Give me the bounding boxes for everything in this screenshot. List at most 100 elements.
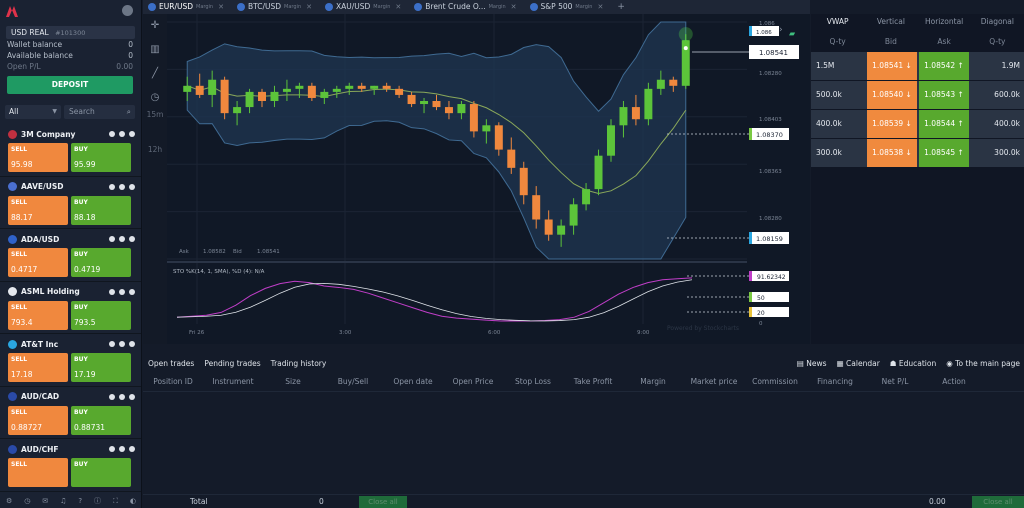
instrument-item[interactable]: AUD/CHF SELL BUY	[0, 439, 141, 492]
sell-button[interactable]: SELL 88.17	[8, 195, 68, 225]
chart-icon[interactable]	[119, 446, 125, 452]
crosshair-icon[interactable]: ✛	[143, 14, 167, 38]
news-link[interactable]: ▤ News	[797, 359, 827, 368]
chart-icon[interactable]	[119, 393, 125, 400]
depth-bid-button[interactable]: 1.08541 ↓	[867, 52, 917, 80]
instrument-item[interactable]: AT&T Inc SELL 17.18 BUY 17.19	[0, 334, 141, 387]
column-header[interactable]: Instrument	[203, 377, 263, 386]
settings-icon[interactable]: ⚙	[6, 497, 12, 505]
user-icon[interactable]	[122, 5, 133, 16]
instrument-item[interactable]: AAVE/USD SELL 88.17 BUY 88.18	[0, 177, 141, 229]
depth-ask-button[interactable]: 1.08544 ↑	[919, 110, 969, 138]
instrument-item[interactable]: ADA/USD SELL 0.4717 BUY 0.4719	[0, 229, 141, 282]
sell-button[interactable]: SELL 0.4717	[8, 248, 68, 277]
sell-button[interactable]: SELL 95.98	[8, 143, 68, 172]
star-icon[interactable]	[129, 183, 135, 190]
info-icon[interactable]: ⓘ	[94, 496, 101, 506]
tab-pending-trades[interactable]: Pending trades	[199, 359, 265, 368]
buy-button[interactable]: BUY 0.88731	[71, 405, 131, 435]
column-header[interactable]: Stop Loss	[503, 377, 563, 386]
tab-instrument[interactable]: EUR/USD Margin ✕	[143, 0, 232, 14]
tab-trading-history[interactable]: Trading history	[266, 359, 332, 368]
buy-button[interactable]: BUY	[71, 458, 131, 487]
draw-line-icon[interactable]: ╱	[143, 62, 167, 86]
chart-icon[interactable]	[119, 183, 125, 190]
instrument-item[interactable]: ASML Holding SELL 793.4 BUY 793.5	[0, 282, 141, 334]
tab-instrument[interactable]: XAU/USD Margin ✕	[320, 0, 409, 14]
timeframe-15m[interactable]: 15m	[143, 110, 167, 119]
education-link[interactable]: ☗ Education	[890, 359, 936, 368]
depth-tab[interactable]: Horizontal	[918, 14, 971, 30]
instrument-item[interactable]: AUD/CAD SELL 0.88727 BUY 0.88731	[0, 387, 141, 439]
timeframe-12h[interactable]: 12h	[143, 145, 167, 154]
info-icon[interactable]	[109, 183, 115, 190]
info-icon[interactable]	[109, 341, 115, 347]
depth-ask-button[interactable]: 1.08545 ↑	[919, 139, 969, 167]
instrument-item[interactable]: 3M Company SELL 95.98 BUY 95.99	[0, 124, 141, 177]
depth-tab[interactable]: Vertical	[864, 14, 917, 30]
tab-instrument[interactable]: S&P 500 Margin ✕	[525, 0, 612, 14]
close-icon[interactable]: ✕	[597, 0, 603, 14]
star-icon[interactable]	[129, 446, 135, 452]
fullscreen-icon[interactable]: ⛶	[113, 497, 118, 506]
buy-button[interactable]: BUY 793.5	[71, 300, 131, 330]
star-icon[interactable]	[129, 341, 135, 347]
sell-button[interactable]: SELL 793.4	[8, 300, 68, 330]
column-header[interactable]: Action	[925, 377, 983, 386]
sell-button[interactable]: SELL 0.88727	[8, 405, 68, 435]
info-icon[interactable]	[109, 393, 115, 400]
star-icon[interactable]	[129, 393, 135, 400]
depth-ask-button[interactable]: 1.08542 ↑	[919, 52, 969, 80]
column-header[interactable]: Margin	[623, 377, 683, 386]
account-selector[interactable]: USD REAL #101300	[6, 26, 135, 39]
buy-button[interactable]: BUY 95.99	[71, 143, 131, 172]
close-icon[interactable]: ✕	[395, 0, 401, 14]
add-tab-icon[interactable]: +	[611, 2, 625, 12]
chart-icon[interactable]	[119, 341, 125, 347]
tab-open-trades[interactable]: Open trades	[143, 359, 199, 368]
star-icon[interactable]	[129, 288, 135, 295]
info-icon[interactable]	[109, 446, 115, 452]
calendar-link[interactable]: ▦ Calendar	[837, 359, 880, 368]
instrument-search-input[interactable]: Search ⌕	[64, 105, 135, 119]
depth-bid-button[interactable]: 1.08539 ↓	[867, 110, 917, 138]
main-page-link[interactable]: ◉ To the main page	[946, 359, 1020, 368]
chart-type-icon[interactable]: ▥	[143, 38, 167, 62]
depth-bid-button[interactable]: 1.08538 ↓	[867, 139, 917, 167]
close-icon[interactable]: ✕	[218, 0, 224, 14]
tab-instrument[interactable]: Brent Crude O... Margin ✕	[409, 0, 524, 14]
category-select[interactable]: All ▼	[5, 105, 61, 119]
column-header[interactable]: Commission	[745, 377, 805, 386]
close-icon[interactable]: ✕	[511, 0, 517, 14]
price-chart[interactable]: 1.086 1.086 1.08541 1.08280 1.08403 1.08370 1.…	[167, 14, 810, 344]
sell-button[interactable]: SELL	[8, 458, 68, 487]
sound-icon[interactable]: ♫	[60, 497, 66, 505]
info-icon[interactable]	[109, 131, 115, 137]
star-icon[interactable]	[129, 131, 135, 137]
help-icon[interactable]: ?	[78, 497, 82, 505]
depth-bid-button[interactable]: 1.08540 ↓	[867, 81, 917, 109]
timeframe-clock-icon[interactable]: ◷	[143, 86, 167, 110]
chart-icon[interactable]	[119, 236, 125, 242]
info-icon[interactable]	[109, 288, 115, 295]
close-all-button[interactable]: Close all	[359, 496, 407, 508]
info-icon[interactable]	[109, 236, 115, 242]
layers-icon[interactable]: ▰	[789, 29, 796, 38]
column-header[interactable]: Buy/Sell	[323, 377, 383, 386]
chevron-right-icon[interactable]: ›	[779, 25, 783, 35]
buy-button[interactable]: BUY 0.4719	[71, 248, 131, 277]
star-icon[interactable]	[129, 236, 135, 242]
buy-button[interactable]: BUY 17.19	[71, 353, 131, 382]
clock-icon[interactable]: ◷	[24, 497, 30, 505]
column-header[interactable]: Open date	[383, 377, 443, 386]
close-icon[interactable]: ✕	[306, 0, 312, 14]
column-header[interactable]: Open Price	[443, 377, 503, 386]
column-header[interactable]: Financing	[805, 377, 865, 386]
column-header[interactable]: Market price	[683, 377, 745, 386]
chart-icon[interactable]	[119, 131, 125, 137]
chart-icon[interactable]	[119, 288, 125, 295]
column-header[interactable]: Size	[263, 377, 323, 386]
deposit-button[interactable]: DEPOSIT	[7, 76, 133, 94]
depth-ask-button[interactable]: 1.08543 ↑	[919, 81, 969, 109]
depth-tab[interactable]: VWAP	[811, 14, 864, 30]
